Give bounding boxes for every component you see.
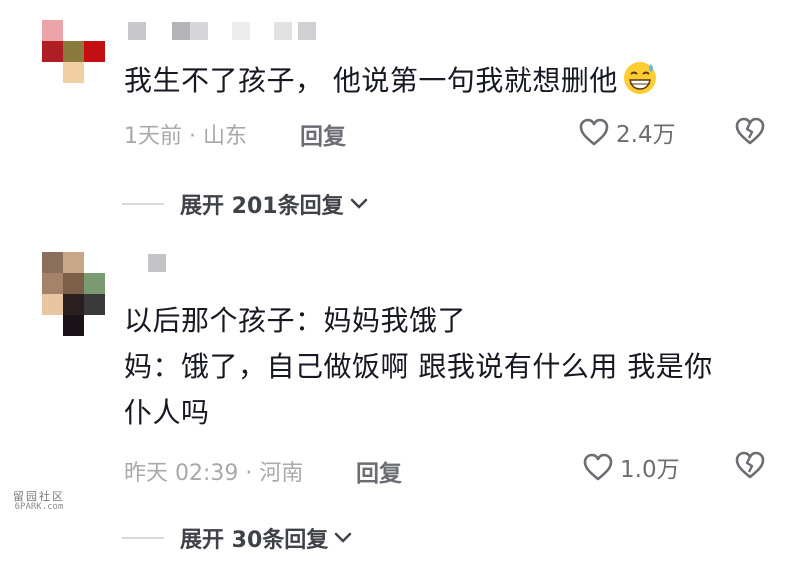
- expand-replies-button[interactable]: 展开 201条回复: [122, 188, 368, 220]
- watermark: 留园社区 6PARK.com: [4, 491, 74, 513]
- chevron-down-icon: [335, 532, 352, 543]
- grinning-sweat-emoji: [622, 60, 658, 96]
- expand-divider: [122, 203, 164, 205]
- heart-icon: [583, 453, 613, 481]
- expand-replies-button[interactable]: 展开 30条回复: [122, 522, 352, 554]
- broken-heart-icon: [735, 451, 765, 479]
- avatar[interactable]: [42, 20, 106, 84]
- like-button[interactable]: 2.4万: [578, 115, 676, 149]
- expand-replies-label: 展开 30条回复: [180, 528, 329, 553]
- reply-button[interactable]: 回复: [356, 454, 402, 488]
- chevron-down-icon: [350, 198, 367, 209]
- comment-text: 我生不了孩子， 他说第一句我就想删他: [124, 58, 764, 104]
- comment-line: 以后那个孩子：妈妈我饿了: [124, 304, 467, 337]
- comment-item: 我生不了孩子， 他说第一句我就想删他 1天前 · 山东 回复 2.4万 展开 2…: [0, 0, 800, 228]
- expand-divider: [122, 537, 164, 539]
- dislike-button[interactable]: [734, 116, 766, 150]
- expand-replies-label: 展开 201条回复: [180, 194, 344, 219]
- comment-meta: 昨天 02:39 · 河南: [124, 461, 304, 486]
- heart-icon: [579, 118, 609, 146]
- dislike-button[interactable]: [734, 450, 766, 484]
- comment-meta: 1天前 · 山东: [124, 124, 247, 149]
- like-count: 2.4万: [616, 122, 676, 148]
- watermark-glyphs: 留园社区: [13, 490, 65, 503]
- comment-text: 以后那个孩子：妈妈我饿了 妈：饿了，自己做饭啊 跟我说有什么用 我是你 仆人吗: [124, 298, 764, 436]
- reply-button[interactable]: 回复: [300, 117, 346, 151]
- broken-heart-icon: [735, 117, 765, 145]
- comment-line: 仆人吗: [124, 396, 210, 429]
- avatar[interactable]: [42, 252, 106, 336]
- comment-text-content: 我生不了孩子， 他说第一句我就想删他: [124, 64, 618, 97]
- comment-item: 以后那个孩子：妈妈我饿了 妈：饿了，自己做饭啊 跟我说有什么用 我是你 仆人吗 …: [0, 228, 800, 568]
- comment-line: 妈：饿了，自己做饭啊 跟我说有什么用 我是你: [124, 350, 713, 383]
- like-button[interactable]: 1.0万: [582, 450, 680, 484]
- like-count: 1.0万: [620, 457, 680, 483]
- watermark-site: 6PARK.com: [14, 502, 64, 512]
